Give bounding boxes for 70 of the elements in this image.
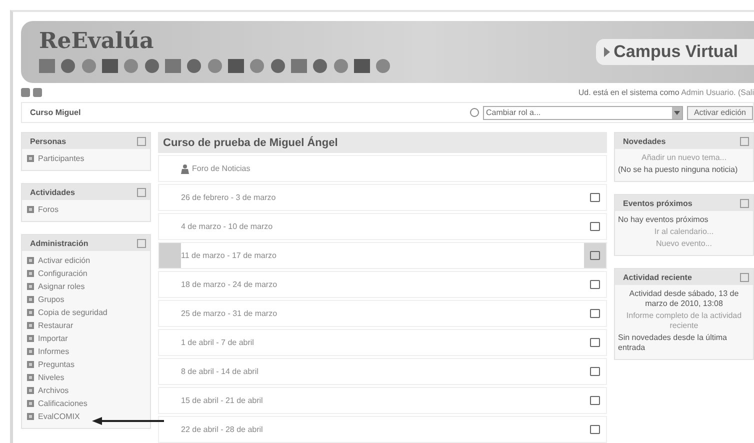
arrow-icon — [604, 47, 610, 58]
block-text: Sin novedades desde la última entrada — [617, 332, 728, 354]
item-icon — [26, 154, 35, 164]
block-title: Administración — [30, 238, 88, 248]
highlight-toggle[interactable] — [590, 396, 600, 406]
section-label: 8 de abril - 14 de abril — [181, 367, 260, 376]
role-select[interactable]: Cambiar rol a... — [482, 106, 683, 120]
section-label: 1 de abril - 7 de abril — [181, 338, 255, 348]
user-link[interactable]: Admin Usuario. — [681, 88, 736, 98]
sidebar-item[interactable]: Foros — [22, 203, 62, 216]
highlight-toggle[interactable] — [590, 193, 600, 202]
block-text: No hay eventos próximos — [617, 214, 710, 226]
highlight-toggle[interactable] — [590, 425, 600, 434]
sidebar-item[interactable]: Asignar roles — [22, 280, 89, 294]
sidebar-item[interactable]: Informes — [22, 345, 74, 358]
edit-button[interactable]: Activar edición — [686, 106, 753, 120]
sidebar-item[interactable]: Participantes — [22, 152, 88, 166]
breadcrumb[interactable]: Curso Miguel — [30, 108, 81, 118]
section-label: 11 de marzo - 17 de marzo — [181, 251, 278, 260]
collapse-icon[interactable] — [740, 136, 749, 146]
collapse-icon[interactable] — [740, 272, 749, 282]
site-logo: ReEvalúa — [39, 28, 155, 54]
section-label: 18 de marzo - 24 de marzo — [181, 280, 278, 290]
login-info: Ud. está en el sistema como Admin Usuario. (Sali — [578, 88, 754, 98]
block-link[interactable]: Informe completo de la actividad reciente — [615, 310, 753, 332]
sidebar-item[interactable]: Restaurar — [22, 319, 78, 332]
sidebar-item[interactable]: Activar edición — [22, 254, 94, 268]
collapse-icon[interactable] — [137, 238, 146, 248]
block-link[interactable]: Ir al calendario... — [615, 226, 753, 238]
campus-title: Campus Virtual — [614, 42, 738, 62]
logout-link[interactable]: (Sali — [738, 88, 754, 98]
section-label: 15 de abril - 21 de abril — [181, 396, 264, 406]
collapse-icon[interactable] — [740, 198, 749, 208]
sidebar-item[interactable]: Preguntas — [22, 358, 78, 372]
sidebar-item[interactable]: EvalCOMIX — [22, 410, 84, 424]
highlight-toggle[interactable] — [590, 367, 600, 376]
highlight-toggle[interactable] — [590, 338, 600, 348]
highlight-toggle[interactable] — [590, 309, 600, 318]
sidebar-item[interactable]: Copia de seguridad — [22, 306, 112, 320]
section-label: 25 de marzo - 31 de marzo — [181, 309, 278, 318]
section-label: 4 de marzo - 10 de marzo — [181, 222, 274, 232]
block-text: (No se ha puesto ninguna noticia) — [617, 164, 739, 176]
pointer-arrow — [92, 417, 164, 425]
block-title: Actividad reciente — [623, 272, 692, 282]
highlight-toggle[interactable] — [590, 251, 600, 260]
block-link[interactable]: Añadir un nuevo tema... — [615, 152, 753, 164]
block-title: Actividades — [30, 188, 75, 197]
sidebar-item[interactable]: Calificaciones — [22, 397, 92, 410]
sidebar-item[interactable]: Configuración — [22, 267, 92, 280]
course-title: Curso de prueba de Miguel Ángel — [158, 132, 607, 154]
block-title: Personas — [30, 136, 66, 146]
sidebar-item[interactable]: Grupos — [22, 293, 68, 306]
block-link[interactable]: Nuevo evento... — [615, 238, 753, 250]
block-title: Eventos próximos — [623, 198, 692, 208]
highlight-toggle[interactable] — [590, 222, 600, 232]
section-label[interactable]: Foro de Noticias — [181, 164, 584, 174]
collapse-icon[interactable] — [137, 188, 146, 197]
section-label: 22 de abril - 28 de abril — [181, 425, 264, 434]
sidebar-item[interactable]: Niveles — [22, 371, 68, 384]
sidebar-item[interactable]: Importar — [22, 332, 72, 346]
collapse-icon[interactable] — [137, 136, 146, 146]
block-text: Actividad desde sábado, 13 de marzo de 2010, 13:08 — [628, 288, 740, 310]
person-icon — [181, 164, 189, 174]
toolbar-icons[interactable] — [21, 88, 43, 98]
help-icon[interactable] — [470, 108, 479, 118]
item-icon — [26, 205, 35, 214]
block-title: Novedades — [623, 136, 666, 146]
highlight-toggle[interactable] — [590, 280, 600, 290]
section-label: 26 de febrero - 3 de marzo — [181, 193, 277, 202]
sidebar-item[interactable]: Archivos — [22, 384, 73, 398]
